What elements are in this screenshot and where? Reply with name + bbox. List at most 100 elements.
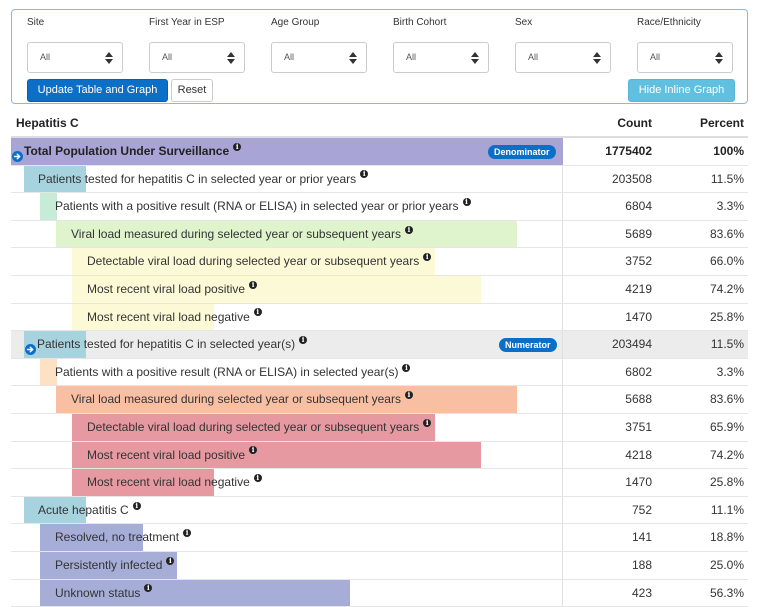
row-label-text: Persistently infected	[55, 557, 163, 572]
table-row: Patients tested for hepatitis C in selec…	[11, 331, 748, 359]
info-icon[interactable]: i	[404, 225, 413, 234]
filter-label: Race/Ethnicity	[637, 17, 701, 28]
update-table-button[interactable]: Update Table and Graph	[27, 79, 168, 102]
filter-label: Sex	[515, 17, 533, 28]
hide-inline-graph-button[interactable]: Hide Inline Graph	[628, 79, 735, 102]
info-icon[interactable]: i	[402, 363, 411, 372]
row-count: 5689	[625, 226, 652, 241]
info-icon[interactable]: i	[423, 418, 432, 427]
row-name-cell: Patients with a positive result (RNA or …	[11, 193, 563, 220]
birth-cohort-select[interactable]: All	[393, 42, 489, 73]
row-percent: 66.0%	[709, 254, 744, 269]
circle-arrow-right-icon[interactable]	[12, 145, 23, 163]
row-label-text: Patients tested for hepatitis C in selec…	[38, 171, 357, 186]
site-select[interactable]: All	[27, 42, 123, 73]
filter-label: Birth Cohort	[393, 17, 447, 28]
table-row: Unknown status i 423 56.3%	[11, 579, 748, 607]
filter-sex: Sex All	[515, 16, 625, 73]
info-icon[interactable]: i	[423, 253, 432, 262]
info-icon[interactable]: i	[233, 142, 242, 151]
row-count: 1470	[625, 309, 652, 324]
row-label: Detectable viral load during selected ye…	[87, 414, 432, 441]
table-row: Acute hepatitis Ci 752 11.1%	[11, 496, 748, 525]
row-label: Patients tested for hepatitis C in selec…	[38, 166, 369, 193]
info-icon[interactable]: i	[183, 529, 192, 538]
row-percent: 11.5%	[710, 171, 744, 186]
table-row: Most recent viral load negative i 1470 25.8…	[11, 303, 748, 332]
info-icon[interactable]: i	[166, 556, 175, 565]
row-percent: 25.8%	[709, 475, 744, 490]
row-count: 423	[631, 585, 652, 600]
info-icon[interactable]: i	[299, 335, 308, 344]
sort-arrows-icon	[349, 52, 357, 64]
row-name-cell: Patients tested for hepatitis C in selec…	[11, 331, 563, 358]
row-label-text: Total Population Under Surveillance	[24, 144, 230, 158]
sex-select[interactable]: All	[515, 42, 611, 73]
circle-arrow-right-icon[interactable]	[25, 338, 36, 356]
row-label: Unknown status i	[55, 580, 153, 607]
select-value: All	[528, 52, 539, 62]
filter-label: Age Group	[271, 17, 320, 28]
row-label: Viral load measured during selected year…	[71, 221, 413, 248]
table-row: Detectable viral load during selected ye…	[11, 413, 748, 442]
table-body: Total Population Under Surveillance i Deno…	[11, 138, 748, 607]
row-percent: 100%	[713, 144, 744, 158]
row-label-text: Patients with a positive result (RNA or …	[55, 199, 459, 214]
row-label: Patients tested for hepatitis C in selec…	[25, 331, 308, 358]
row-percent: 83.6%	[709, 226, 744, 241]
percent-header: Percent	[699, 116, 744, 130]
row-label: Total Population Under Surveillance i	[12, 138, 242, 165]
row-count: 4219	[625, 281, 652, 296]
filter-label: First Year in ESP	[149, 17, 225, 28]
first-year-select[interactable]: All	[149, 42, 245, 73]
row-label-text: Most recent viral load positive	[87, 281, 246, 296]
info-icon[interactable]: i	[253, 308, 262, 317]
row-percent: 3.3%	[716, 364, 744, 379]
info-icon[interactable]: i	[132, 501, 141, 510]
row-name-cell: Most recent viral load negative i	[11, 303, 563, 331]
filter-age-group: Age Group All	[271, 16, 381, 73]
row-count: 1470	[625, 475, 652, 490]
row-label: Most recent viral load negative i	[87, 304, 262, 331]
info-icon[interactable]: i	[249, 446, 258, 455]
row-label: Acute hepatitis Ci	[38, 497, 141, 524]
row-percent: 3.3%	[716, 199, 744, 214]
row-percent: 25.8%	[709, 309, 744, 324]
age-group-select[interactable]: All	[271, 42, 367, 73]
row-name-cell: Acute hepatitis Ci	[11, 496, 563, 524]
row-label: Most recent viral load positive i	[87, 276, 258, 303]
row-percent: 25.0%	[709, 557, 744, 572]
info-icon[interactable]: i	[144, 584, 153, 593]
table-title: Hepatitis C	[16, 116, 79, 130]
row-percent: 74.2%	[709, 447, 744, 462]
row-label: Resolved, no treatment i	[55, 524, 192, 551]
row-count: 6804	[625, 199, 652, 214]
row-percent: 11.5%	[710, 337, 744, 352]
info-icon[interactable]: i	[249, 280, 258, 289]
row-percent: 56.3%	[709, 585, 744, 600]
sort-arrows-icon	[227, 52, 235, 64]
row-name-cell: Patients with a positive result (RNA or …	[11, 358, 563, 386]
info-icon[interactable]: i	[360, 170, 369, 179]
race-ethnicity-select[interactable]: All	[637, 42, 733, 73]
row-percent: 18.8%	[709, 530, 744, 545]
info-icon[interactable]: i	[462, 198, 471, 207]
table-row: Viral load measured during selected year…	[11, 220, 748, 249]
row-count: 1775402	[605, 144, 652, 158]
row-label: Viral load measured during selected year…	[71, 386, 413, 413]
row-label-text: Unknown status	[55, 585, 141, 600]
info-icon[interactable]: i	[404, 391, 413, 400]
info-icon[interactable]: i	[253, 473, 262, 482]
row-name-cell: Viral load measured during selected year…	[11, 220, 563, 248]
filter-panel: Site All First Year in ESP All Age Group…	[11, 9, 748, 104]
row-label-text: Viral load measured during selected year…	[71, 392, 401, 407]
row-count: 4218	[625, 447, 652, 462]
row-name-cell: Unknown status i	[11, 579, 563, 607]
row-label: Patients with a positive result (RNA or …	[55, 193, 471, 220]
row-label-text: Resolved, no treatment	[55, 530, 180, 545]
reset-button[interactable]: Reset	[171, 79, 213, 102]
sort-arrows-icon	[471, 52, 479, 64]
row-count: 5688	[625, 392, 652, 407]
select-value: All	[650, 52, 661, 62]
table-row: Most recent viral load negative i 1470 25.8…	[11, 469, 748, 497]
